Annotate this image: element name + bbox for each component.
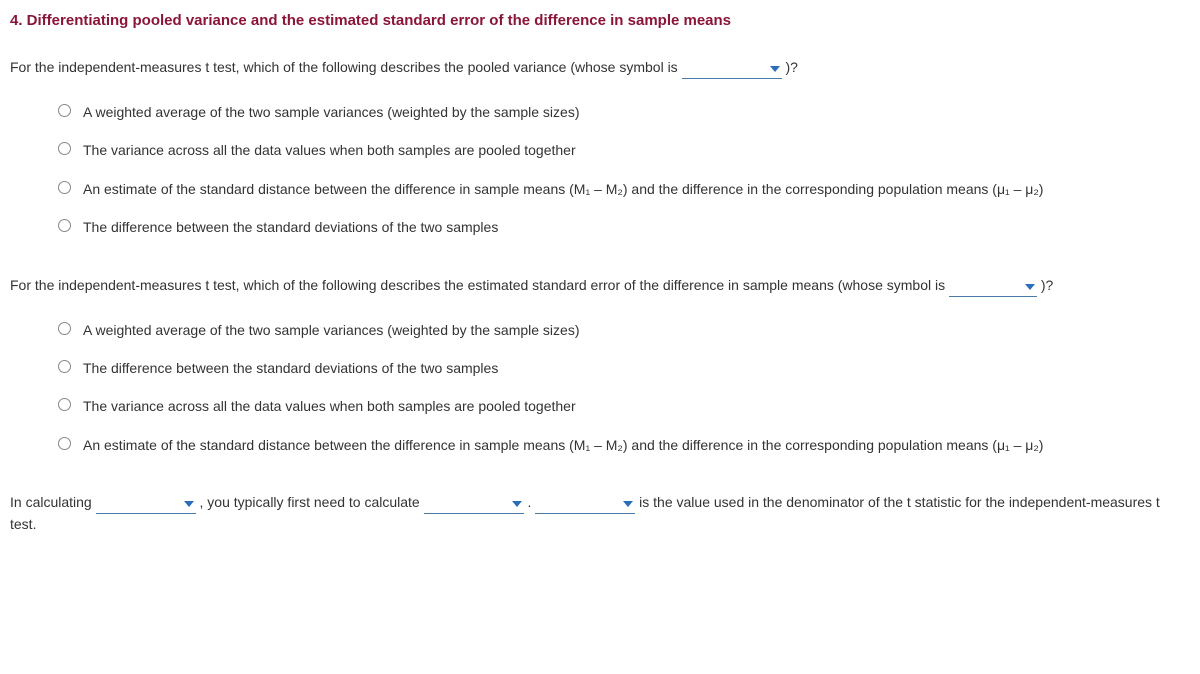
q2-option[interactable]: A weighted average of the two sample var…	[58, 319, 1190, 341]
q3-p2: , you typically first need to calculate	[200, 494, 424, 510]
radio-icon	[58, 181, 71, 194]
radio-icon	[58, 398, 71, 411]
q3-dropdown-1[interactable]	[96, 496, 196, 514]
q3-p1: In calculating	[10, 494, 96, 510]
option-label: The variance across all the data values …	[83, 395, 1190, 417]
q1-option[interactable]: The variance across all the data values …	[58, 139, 1190, 161]
chevron-down-icon	[1025, 284, 1035, 290]
q2-prompt: For the independent-measures t test, whi…	[10, 275, 1190, 297]
q2-option[interactable]: The difference between the standard devi…	[58, 357, 1190, 379]
option-label: The difference between the standard devi…	[83, 357, 1190, 379]
q3-prompt: In calculating , you typically first nee…	[10, 492, 1190, 536]
q1-prompt: For the independent-measures t test, whi…	[10, 57, 1190, 79]
q1-options: A weighted average of the two sample var…	[58, 101, 1190, 239]
q1-option[interactable]: A weighted average of the two sample var…	[58, 101, 1190, 123]
question-heading: 4. Differentiating pooled variance and t…	[10, 12, 1190, 29]
option-label: An estimate of the standard distance bet…	[83, 178, 1190, 200]
radio-icon	[58, 437, 71, 450]
q2-option[interactable]: An estimate of the standard distance bet…	[58, 434, 1190, 456]
q2-suffix: )?	[1041, 277, 1053, 293]
q2-prefix: For the independent-measures t test, whi…	[10, 277, 949, 293]
option-label: An estimate of the standard distance bet…	[83, 434, 1190, 456]
q1-option[interactable]: The difference between the standard devi…	[58, 216, 1190, 238]
chevron-down-icon	[770, 66, 780, 72]
q2-options: A weighted average of the two sample var…	[58, 319, 1190, 457]
option-label: The difference between the standard devi…	[83, 216, 1190, 238]
q2-option[interactable]: The variance across all the data values …	[58, 395, 1190, 417]
radio-icon	[58, 360, 71, 373]
q1-prefix: For the independent-measures t test, whi…	[10, 59, 682, 75]
chevron-down-icon	[184, 501, 194, 507]
q3-p3: .	[528, 494, 536, 510]
radio-icon	[58, 219, 71, 232]
radio-icon	[58, 104, 71, 117]
option-label: A weighted average of the two sample var…	[83, 101, 1190, 123]
radio-icon	[58, 322, 71, 335]
chevron-down-icon	[512, 501, 522, 507]
option-label: A weighted average of the two sample var…	[83, 319, 1190, 341]
chevron-down-icon	[623, 501, 633, 507]
option-label: The variance across all the data values …	[83, 139, 1190, 161]
q3-dropdown-2[interactable]	[424, 496, 524, 514]
radio-icon	[58, 142, 71, 155]
q1-option[interactable]: An estimate of the standard distance bet…	[58, 178, 1190, 200]
q1-suffix: )?	[785, 59, 797, 75]
q2-symbol-dropdown[interactable]	[949, 279, 1037, 297]
q1-symbol-dropdown[interactable]	[682, 61, 782, 79]
q3-dropdown-3[interactable]	[535, 496, 635, 514]
